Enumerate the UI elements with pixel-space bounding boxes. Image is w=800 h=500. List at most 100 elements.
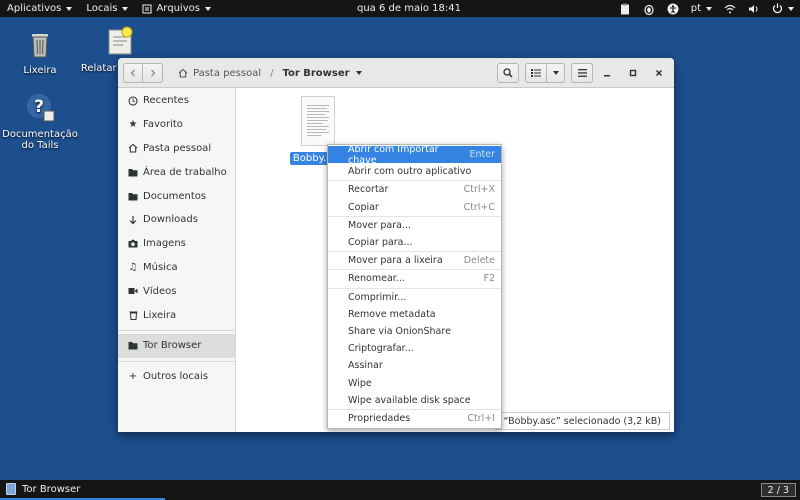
sidebar-item-pictures[interactable]: Imagens <box>118 232 235 256</box>
menu-item-label: Propriedades <box>348 412 411 424</box>
sidebar-item-tor-browser[interactable]: Tor Browser <box>118 333 235 358</box>
desktop-icon-tails-docs[interactable]: ? Documentação do Tails <box>0 90 80 151</box>
maximize-icon <box>629 69 637 77</box>
sidebar-item-music[interactable]: ♫ Música <box>118 256 235 280</box>
context-menu: Abrir com Importar chave Enter Abrir com … <box>327 144 502 429</box>
menu-item-label: Share via OnionShare <box>348 325 451 337</box>
sidebar-item-downloads[interactable]: Downloads <box>118 208 235 232</box>
search-button[interactable] <box>497 63 519 83</box>
clock-label: qua 6 de maio 18:41 <box>357 3 461 14</box>
sidebar-item-recent[interactable]: Recentes <box>118 89 235 113</box>
menu-item-accel: Ctrl+C <box>463 201 496 213</box>
places-label: Locais <box>86 3 118 14</box>
menu-item-move-to[interactable]: Mover para... <box>328 217 501 234</box>
menu-button[interactable] <box>571 63 593 83</box>
power-menu[interactable] <box>772 0 794 17</box>
hamburger-icon <box>577 69 587 77</box>
menu-item-label: Assinar <box>348 360 383 372</box>
files-app-label: Arquivos <box>156 3 200 14</box>
sidebar-item-trash[interactable]: Lixeira <box>118 303 235 327</box>
view-options-button[interactable] <box>547 63 565 83</box>
sidebar-item-starred[interactable]: ★ Favorito <box>118 113 235 137</box>
back-button[interactable] <box>123 63 143 83</box>
sidebar-item-desktop[interactable]: Área de trabalho <box>118 160 235 184</box>
chevron-down-icon <box>66 6 73 11</box>
sidebar-item-label: Recentes <box>143 95 189 107</box>
sidebar-item-label: Documentos <box>143 190 207 202</box>
menu-item-rename[interactable]: Renomear... F2 <box>328 270 501 287</box>
breadcrumb-home[interactable]: Pasta pessoal <box>193 68 261 79</box>
menu-item-copy-to[interactable]: Copiar para... <box>328 234 501 251</box>
files-app-menu[interactable]: Arquivos <box>135 0 218 17</box>
breadcrumb: Pasta pessoal / Tor Browser <box>178 58 362 88</box>
list-view-button[interactable] <box>525 63 547 83</box>
breadcrumb-current[interactable]: Tor Browser <box>282 67 362 79</box>
menu-item-encrypt[interactable]: Criptografar... <box>328 340 501 357</box>
menu-item-properties[interactable]: Propriedades Ctrl+I <box>328 410 501 427</box>
chevron-down-icon <box>355 71 362 75</box>
menu-item-label: Abrir com outro aplicativo <box>348 166 472 178</box>
sidebar-item-home[interactable]: Pasta pessoal <box>118 137 235 161</box>
taskbar-item-label: Tor Browser <box>22 483 81 495</box>
forward-button[interactable] <box>143 63 163 83</box>
accessibility-icon[interactable] <box>667 3 679 15</box>
clipboard-icon[interactable] <box>619 3 631 15</box>
sidebar-divider <box>118 329 235 331</box>
clock[interactable]: qua 6 de maio 18:41 <box>357 0 461 17</box>
sidebar-item-other-locations[interactable]: + Outros locais <box>118 365 235 389</box>
workspace-label: 2 / 3 <box>767 484 789 496</box>
menu-item-cut[interactable]: Recortar Ctrl+X <box>328 181 501 198</box>
sidebar-item-videos[interactable]: Vídeos <box>118 279 235 303</box>
breadcrumb-current-label: Tor Browser <box>282 67 350 79</box>
chevron-left-icon <box>130 69 135 77</box>
menu-item-label: Criptografar... <box>348 343 414 355</box>
applications-menu[interactable]: Aplicativos <box>0 0 79 17</box>
volume-icon[interactable] <box>748 3 760 15</box>
menu-item-sign[interactable]: Assinar <box>328 357 501 374</box>
workspace-indicator[interactable]: 2 / 3 <box>760 483 796 497</box>
close-button[interactable] <box>648 63 670 83</box>
download-icon <box>128 215 138 225</box>
video-icon <box>128 286 138 296</box>
search-icon <box>503 68 513 78</box>
bottom-panel: Tor Browser 2 / 3 <box>0 480 800 500</box>
menu-item-compress[interactable]: Comprimir... <box>328 289 501 306</box>
language-menu[interactable]: pt <box>691 0 712 17</box>
menu-item-remove-metadata[interactable]: Remove metadata <box>328 306 501 323</box>
minimize-button[interactable] <box>596 63 618 83</box>
sidebar-item-label: Tor Browser <box>143 340 202 352</box>
sidebar-item-label: Vídeos <box>143 285 177 297</box>
menu-item-wipe[interactable]: Wipe <box>328 374 501 391</box>
menu-item-label: Wipe <box>348 377 372 389</box>
sidebar-item-documents[interactable]: Documentos <box>118 184 235 208</box>
clock-icon <box>128 96 138 106</box>
language-label: pt <box>690 3 701 14</box>
menu-item-open-with-other[interactable]: Abrir com outro aplicativo <box>328 163 501 180</box>
menu-item-move-to-trash[interactable]: Mover para a lixeira Delete <box>328 252 501 269</box>
menu-item-copy[interactable]: Copiar Ctrl+C <box>328 199 501 216</box>
folder-icon <box>128 191 138 201</box>
bug-report-icon <box>108 26 133 55</box>
menu-item-open-with-import-key[interactable]: Abrir com Importar chave Enter <box>328 144 501 166</box>
menu-item-label: Comprimir... <box>348 291 407 303</box>
help-icon: ? <box>25 92 55 122</box>
status-bar: “Bobby.asc” selecionado (3,2 kB) <box>494 412 670 430</box>
desktop-icon-trash[interactable]: Lixeira <box>0 26 80 76</box>
list-view-icon <box>531 69 541 77</box>
taskbar-item-tor-browser[interactable]: Tor Browser <box>0 480 165 500</box>
sidebar-divider <box>118 360 235 362</box>
window-icon <box>6 483 16 495</box>
maximize-button[interactable] <box>622 63 644 83</box>
menu-item-wipe-disk-space[interactable]: Wipe available disk space <box>328 392 501 409</box>
sidebar-item-label: Área de trabalho <box>143 166 227 178</box>
wifi-icon[interactable] <box>724 3 736 15</box>
star-icon: ★ <box>128 119 138 131</box>
sidebar: Recentes ★ Favorito Pasta pessoal Área de… <box>118 88 236 432</box>
desktop-icon-label: Lixeira <box>23 65 57 76</box>
menu-item-share-onionshare[interactable]: Share via OnionShare <box>328 323 501 340</box>
sidebar-item-label: Imagens <box>143 238 186 250</box>
tor-onion-icon[interactable] <box>643 3 655 15</box>
chevron-right-icon <box>150 69 155 77</box>
window-controls <box>596 63 670 83</box>
places-menu[interactable]: Locais <box>79 0 135 17</box>
